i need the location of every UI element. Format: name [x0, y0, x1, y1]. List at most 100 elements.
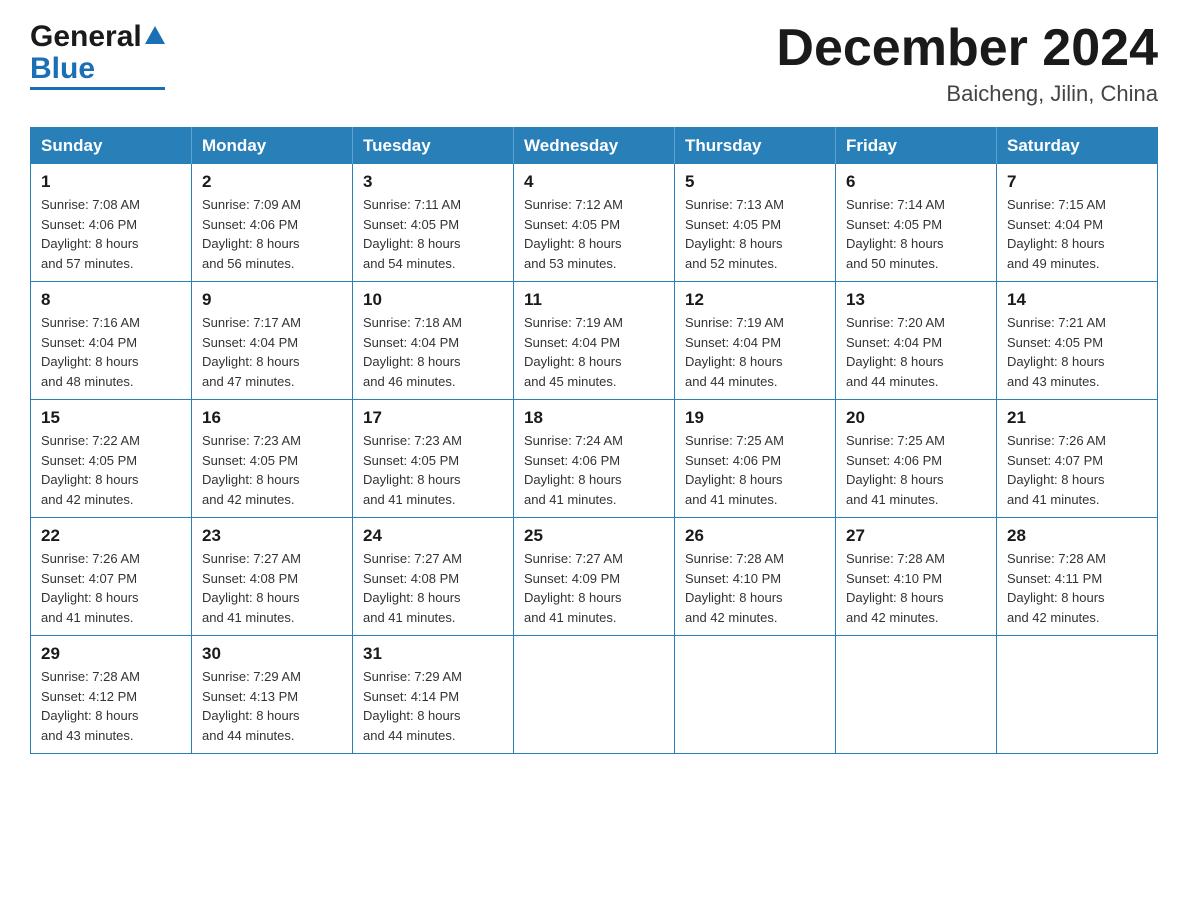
day-number: 26	[685, 526, 825, 546]
calendar-cell: 16 Sunrise: 7:23 AMSunset: 4:05 PMDaylig…	[192, 400, 353, 518]
weekday-header-saturday: Saturday	[997, 128, 1158, 165]
day-number: 13	[846, 290, 986, 310]
calendar-cell: 28 Sunrise: 7:28 AMSunset: 4:11 PMDaylig…	[997, 518, 1158, 636]
calendar-cell: 31 Sunrise: 7:29 AMSunset: 4:14 PMDaylig…	[353, 636, 514, 754]
day-info: Sunrise: 7:27 AMSunset: 4:08 PMDaylight:…	[202, 551, 301, 625]
day-number: 20	[846, 408, 986, 428]
calendar-cell: 25 Sunrise: 7:27 AMSunset: 4:09 PMDaylig…	[514, 518, 675, 636]
day-number: 1	[41, 172, 181, 192]
calendar-week-row: 1 Sunrise: 7:08 AMSunset: 4:06 PMDayligh…	[31, 164, 1158, 282]
day-number: 23	[202, 526, 342, 546]
logo: General Blue	[30, 20, 165, 90]
day-info: Sunrise: 7:13 AMSunset: 4:05 PMDaylight:…	[685, 197, 784, 271]
calendar-cell: 19 Sunrise: 7:25 AMSunset: 4:06 PMDaylig…	[675, 400, 836, 518]
day-number: 29	[41, 644, 181, 664]
day-info: Sunrise: 7:23 AMSunset: 4:05 PMDaylight:…	[363, 433, 462, 507]
day-info: Sunrise: 7:19 AMSunset: 4:04 PMDaylight:…	[524, 315, 623, 389]
weekday-header-wednesday: Wednesday	[514, 128, 675, 165]
weekday-header-tuesday: Tuesday	[353, 128, 514, 165]
logo-general: General	[30, 20, 142, 54]
day-info: Sunrise: 7:28 AMSunset: 4:10 PMDaylight:…	[846, 551, 945, 625]
calendar-cell: 15 Sunrise: 7:22 AMSunset: 4:05 PMDaylig…	[31, 400, 192, 518]
day-number: 14	[1007, 290, 1147, 310]
day-number: 15	[41, 408, 181, 428]
day-number: 11	[524, 290, 664, 310]
calendar-cell	[836, 636, 997, 754]
calendar-cell: 20 Sunrise: 7:25 AMSunset: 4:06 PMDaylig…	[836, 400, 997, 518]
weekday-header-friday: Friday	[836, 128, 997, 165]
day-info: Sunrise: 7:20 AMSunset: 4:04 PMDaylight:…	[846, 315, 945, 389]
day-number: 2	[202, 172, 342, 192]
calendar-cell	[675, 636, 836, 754]
day-info: Sunrise: 7:25 AMSunset: 4:06 PMDaylight:…	[685, 433, 784, 507]
calendar-cell: 18 Sunrise: 7:24 AMSunset: 4:06 PMDaylig…	[514, 400, 675, 518]
calendar-cell: 26 Sunrise: 7:28 AMSunset: 4:10 PMDaylig…	[675, 518, 836, 636]
day-info: Sunrise: 7:28 AMSunset: 4:11 PMDaylight:…	[1007, 551, 1106, 625]
calendar-cell: 21 Sunrise: 7:26 AMSunset: 4:07 PMDaylig…	[997, 400, 1158, 518]
day-info: Sunrise: 7:19 AMSunset: 4:04 PMDaylight:…	[685, 315, 784, 389]
calendar-cell: 8 Sunrise: 7:16 AMSunset: 4:04 PMDayligh…	[31, 282, 192, 400]
location-subtitle: Baicheng, Jilin, China	[776, 81, 1158, 107]
day-info: Sunrise: 7:09 AMSunset: 4:06 PMDaylight:…	[202, 197, 301, 271]
day-number: 4	[524, 172, 664, 192]
calendar-cell: 13 Sunrise: 7:20 AMSunset: 4:04 PMDaylig…	[836, 282, 997, 400]
day-info: Sunrise: 7:29 AMSunset: 4:14 PMDaylight:…	[363, 669, 462, 743]
day-info: Sunrise: 7:21 AMSunset: 4:05 PMDaylight:…	[1007, 315, 1106, 389]
calendar-cell: 22 Sunrise: 7:26 AMSunset: 4:07 PMDaylig…	[31, 518, 192, 636]
day-info: Sunrise: 7:11 AMSunset: 4:05 PMDaylight:…	[363, 197, 461, 271]
logo-underline	[30, 87, 165, 90]
calendar-cell: 3 Sunrise: 7:11 AMSunset: 4:05 PMDayligh…	[353, 164, 514, 282]
calendar-week-row: 15 Sunrise: 7:22 AMSunset: 4:05 PMDaylig…	[31, 400, 1158, 518]
day-number: 18	[524, 408, 664, 428]
day-number: 31	[363, 644, 503, 664]
day-info: Sunrise: 7:22 AMSunset: 4:05 PMDaylight:…	[41, 433, 140, 507]
calendar-cell: 1 Sunrise: 7:08 AMSunset: 4:06 PMDayligh…	[31, 164, 192, 282]
calendar-cell: 27 Sunrise: 7:28 AMSunset: 4:10 PMDaylig…	[836, 518, 997, 636]
day-info: Sunrise: 7:27 AMSunset: 4:08 PMDaylight:…	[363, 551, 462, 625]
day-number: 6	[846, 172, 986, 192]
weekday-header-monday: Monday	[192, 128, 353, 165]
day-info: Sunrise: 7:26 AMSunset: 4:07 PMDaylight:…	[41, 551, 140, 625]
day-info: Sunrise: 7:28 AMSunset: 4:12 PMDaylight:…	[41, 669, 140, 743]
calendar-cell: 5 Sunrise: 7:13 AMSunset: 4:05 PMDayligh…	[675, 164, 836, 282]
day-number: 25	[524, 526, 664, 546]
calendar-cell: 14 Sunrise: 7:21 AMSunset: 4:05 PMDaylig…	[997, 282, 1158, 400]
day-info: Sunrise: 7:27 AMSunset: 4:09 PMDaylight:…	[524, 551, 623, 625]
day-info: Sunrise: 7:08 AMSunset: 4:06 PMDaylight:…	[41, 197, 140, 271]
calendar-week-row: 8 Sunrise: 7:16 AMSunset: 4:04 PMDayligh…	[31, 282, 1158, 400]
day-info: Sunrise: 7:15 AMSunset: 4:04 PMDaylight:…	[1007, 197, 1106, 271]
calendar-cell	[997, 636, 1158, 754]
weekday-header-row: SundayMondayTuesdayWednesdayThursdayFrid…	[31, 128, 1158, 165]
day-number: 30	[202, 644, 342, 664]
calendar-cell: 6 Sunrise: 7:14 AMSunset: 4:05 PMDayligh…	[836, 164, 997, 282]
day-number: 28	[1007, 526, 1147, 546]
calendar-cell: 24 Sunrise: 7:27 AMSunset: 4:08 PMDaylig…	[353, 518, 514, 636]
day-info: Sunrise: 7:25 AMSunset: 4:06 PMDaylight:…	[846, 433, 945, 507]
day-number: 17	[363, 408, 503, 428]
calendar-cell: 12 Sunrise: 7:19 AMSunset: 4:04 PMDaylig…	[675, 282, 836, 400]
day-number: 24	[363, 526, 503, 546]
day-number: 22	[41, 526, 181, 546]
weekday-header-thursday: Thursday	[675, 128, 836, 165]
day-number: 12	[685, 290, 825, 310]
calendar-cell: 11 Sunrise: 7:19 AMSunset: 4:04 PMDaylig…	[514, 282, 675, 400]
calendar-cell: 2 Sunrise: 7:09 AMSunset: 4:06 PMDayligh…	[192, 164, 353, 282]
title-section: December 2024 Baicheng, Jilin, China	[776, 20, 1158, 107]
day-info: Sunrise: 7:23 AMSunset: 4:05 PMDaylight:…	[202, 433, 301, 507]
day-info: Sunrise: 7:24 AMSunset: 4:06 PMDaylight:…	[524, 433, 623, 507]
calendar-cell	[514, 636, 675, 754]
calendar-cell: 30 Sunrise: 7:29 AMSunset: 4:13 PMDaylig…	[192, 636, 353, 754]
day-number: 10	[363, 290, 503, 310]
calendar-table: SundayMondayTuesdayWednesdayThursdayFrid…	[30, 127, 1158, 754]
calendar-cell: 7 Sunrise: 7:15 AMSunset: 4:04 PMDayligh…	[997, 164, 1158, 282]
day-number: 27	[846, 526, 986, 546]
calendar-cell: 17 Sunrise: 7:23 AMSunset: 4:05 PMDaylig…	[353, 400, 514, 518]
calendar-week-row: 29 Sunrise: 7:28 AMSunset: 4:12 PMDaylig…	[31, 636, 1158, 754]
day-info: Sunrise: 7:18 AMSunset: 4:04 PMDaylight:…	[363, 315, 462, 389]
logo-blue: Blue	[30, 52, 95, 86]
calendar-cell: 23 Sunrise: 7:27 AMSunset: 4:08 PMDaylig…	[192, 518, 353, 636]
day-info: Sunrise: 7:14 AMSunset: 4:05 PMDaylight:…	[846, 197, 945, 271]
page-header: General Blue December 2024 Baicheng, Jil…	[30, 20, 1158, 107]
day-number: 8	[41, 290, 181, 310]
logo-triangle-icon	[145, 26, 165, 44]
